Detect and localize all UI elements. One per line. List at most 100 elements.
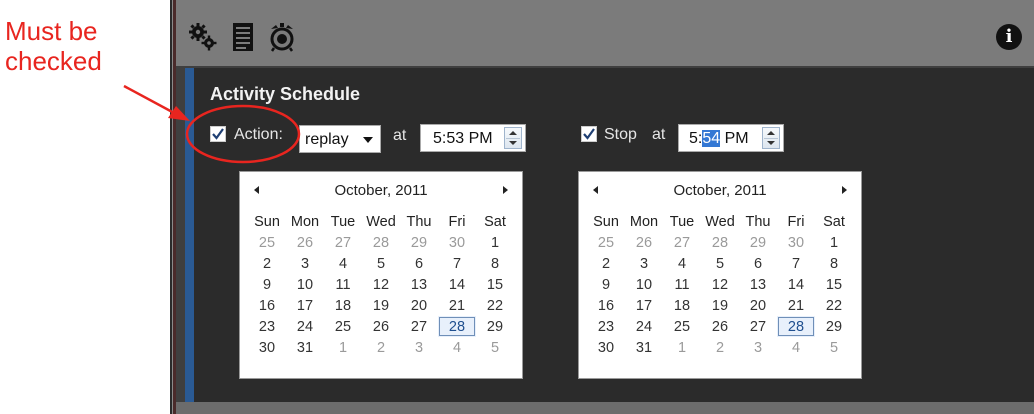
calendar-day[interactable]: 27 <box>739 316 777 337</box>
calendar-day[interactable]: 11 <box>663 274 701 295</box>
calendar-day-other-month[interactable]: 28 <box>362 232 400 253</box>
calendar-day[interactable]: 23 <box>587 316 625 337</box>
calendar-day[interactable]: 22 <box>476 295 514 316</box>
calendar-day-other-month[interactable]: 1 <box>663 337 701 358</box>
calendar-day[interactable]: 15 <box>815 274 853 295</box>
spin-down-icon[interactable] <box>767 141 775 145</box>
gears-icon[interactable] <box>188 22 217 52</box>
calendar-day[interactable]: 3 <box>625 253 663 274</box>
calendar-day[interactable]: 4 <box>663 253 701 274</box>
action-time-input[interactable]: 5:53 PM <box>420 124 526 152</box>
calendar-day-other-month[interactable]: 30 <box>777 232 815 253</box>
calendar-day[interactable]: 1 <box>815 232 853 253</box>
calendar-day[interactable]: 2 <box>587 253 625 274</box>
calendar-day[interactable]: 12 <box>701 274 739 295</box>
calendar-day-other-month[interactable]: 27 <box>663 232 701 253</box>
calendar-day-selected[interactable]: 28 <box>777 316 815 337</box>
info-icon[interactable]: i <box>996 24 1022 50</box>
calendar-day[interactable]: 6 <box>400 253 438 274</box>
calendar-day[interactable]: 11 <box>324 274 362 295</box>
action-time-spinner[interactable] <box>504 127 522 149</box>
calendar-day[interactable]: 21 <box>438 295 476 316</box>
calendar-day[interactable]: 7 <box>438 253 476 274</box>
calendar-day[interactable]: 20 <box>739 295 777 316</box>
calendar-day[interactable]: 5 <box>362 253 400 274</box>
calendar-day[interactable]: 20 <box>400 295 438 316</box>
calendar-day[interactable]: 27 <box>400 316 438 337</box>
next-month-icon[interactable] <box>503 186 508 194</box>
stop-checkbox[interactable] <box>581 126 597 142</box>
calendar-day[interactable]: 3 <box>286 253 324 274</box>
calendar-day-other-month[interactable]: 25 <box>248 232 286 253</box>
calendar-day[interactable]: 13 <box>400 274 438 295</box>
calendar-day[interactable]: 16 <box>587 295 625 316</box>
calendar-day[interactable]: 8 <box>476 253 514 274</box>
calendar-day[interactable]: 5 <box>701 253 739 274</box>
calendar-day[interactable]: 16 <box>248 295 286 316</box>
calendar-day[interactable]: 26 <box>362 316 400 337</box>
calendar-day[interactable]: 10 <box>625 274 663 295</box>
stop-time-spinner[interactable] <box>762 127 780 149</box>
calendar-day[interactable]: 15 <box>476 274 514 295</box>
calendar-day-other-month[interactable]: 4 <box>438 337 476 358</box>
action-select[interactable]: replay <box>299 125 381 153</box>
calendar-day[interactable]: 23 <box>248 316 286 337</box>
calendar-day[interactable]: 22 <box>815 295 853 316</box>
calendar-day[interactable]: 24 <box>286 316 324 337</box>
calendar-day-other-month[interactable]: 30 <box>438 232 476 253</box>
calendar-day[interactable]: 8 <box>815 253 853 274</box>
calendar-day-other-month[interactable]: 4 <box>777 337 815 358</box>
calendar-day[interactable]: 19 <box>362 295 400 316</box>
calendar-day-selected[interactable]: 28 <box>438 316 476 337</box>
calendar-day[interactable]: 14 <box>777 274 815 295</box>
calendar-day[interactable]: 18 <box>324 295 362 316</box>
calendar-day-other-month[interactable]: 28 <box>701 232 739 253</box>
stop-time-input[interactable]: 5:54 PM <box>678 124 784 152</box>
calendar-day[interactable]: 25 <box>663 316 701 337</box>
next-month-icon[interactable] <box>842 186 847 194</box>
calendar-day[interactable]: 18 <box>663 295 701 316</box>
calendar-day[interactable]: 17 <box>625 295 663 316</box>
calendar-day[interactable]: 17 <box>286 295 324 316</box>
calendar-day-other-month[interactable]: 1 <box>324 337 362 358</box>
calendar-day[interactable]: 9 <box>248 274 286 295</box>
calendar-day[interactable]: 30 <box>248 337 286 358</box>
calendar-day[interactable]: 19 <box>701 295 739 316</box>
calendar-day[interactable]: 1 <box>476 232 514 253</box>
calendar-day-other-month[interactable]: 2 <box>362 337 400 358</box>
alarm-clock-icon[interactable] <box>268 22 296 52</box>
calendar-day[interactable]: 29 <box>815 316 853 337</box>
calendar-day-other-month[interactable]: 5 <box>476 337 514 358</box>
calendar-day-other-month[interactable]: 3 <box>739 337 777 358</box>
calendar-day[interactable]: 9 <box>587 274 625 295</box>
calendar-day-other-month[interactable]: 29 <box>400 232 438 253</box>
calendar-day-other-month[interactable]: 26 <box>286 232 324 253</box>
calendar-day[interactable]: 29 <box>476 316 514 337</box>
calendar-day[interactable]: 12 <box>362 274 400 295</box>
calendar-day[interactable]: 30 <box>587 337 625 358</box>
calendar-day-other-month[interactable]: 5 <box>815 337 853 358</box>
calendar-day[interactable]: 31 <box>625 337 663 358</box>
calendar-day-other-month[interactable]: 25 <box>587 232 625 253</box>
spin-up-icon[interactable] <box>767 131 775 135</box>
calendar-day[interactable]: 4 <box>324 253 362 274</box>
calendar-day[interactable]: 14 <box>438 274 476 295</box>
calendar-day-other-month[interactable]: 29 <box>739 232 777 253</box>
spin-down-icon[interactable] <box>509 141 517 145</box>
calendar-day[interactable]: 26 <box>701 316 739 337</box>
action-checkbox[interactable] <box>210 126 226 142</box>
calendar-day[interactable]: 25 <box>324 316 362 337</box>
calendar-day[interactable]: 21 <box>777 295 815 316</box>
calendar-day[interactable]: 7 <box>777 253 815 274</box>
calendar-day-other-month[interactable]: 26 <box>625 232 663 253</box>
calendar-day[interactable]: 2 <box>248 253 286 274</box>
calendar-day[interactable]: 24 <box>625 316 663 337</box>
calendar-day[interactable]: 13 <box>739 274 777 295</box>
calendar-day[interactable]: 6 <box>739 253 777 274</box>
calendar-day[interactable]: 31 <box>286 337 324 358</box>
calendar-day-other-month[interactable]: 3 <box>400 337 438 358</box>
calendar-day-other-month[interactable]: 27 <box>324 232 362 253</box>
document-icon[interactable] <box>232 22 254 52</box>
spin-up-icon[interactable] <box>509 131 517 135</box>
calendar-day-other-month[interactable]: 2 <box>701 337 739 358</box>
